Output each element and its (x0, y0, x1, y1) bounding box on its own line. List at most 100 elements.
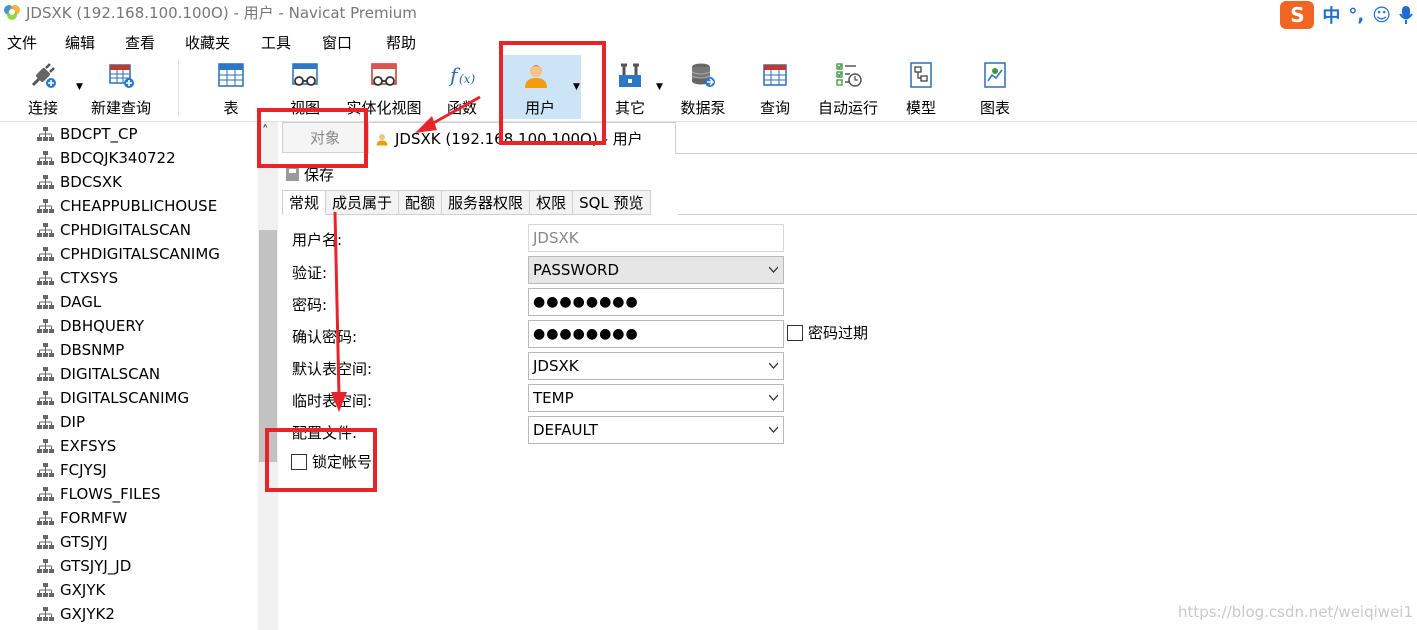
subtab-general[interactable]: 常规 (282, 190, 327, 215)
subtab-member-of[interactable]: 成员属于 (326, 190, 400, 215)
connect-dropdown-caret[interactable]: ▼ (76, 82, 83, 92)
tree-item-label: EXFSYS (60, 437, 117, 455)
ime-chinese-mode[interactable]: 中 (1322, 2, 1340, 28)
tree-item[interactable]: EXFSYS (37, 434, 116, 458)
data-pump-button[interactable]: 数据泵 (672, 55, 734, 119)
menu-tools[interactable]: 工具 (254, 28, 315, 52)
navicat-window: JDSXK (192.168.100.100O) - 用户 - Navicat … (0, 0, 1417, 630)
tree-item[interactable]: FORMFW (37, 506, 127, 530)
schema-icon (37, 534, 54, 549)
tree-item[interactable]: CPHDIGITALSCANIMG (37, 242, 220, 266)
default-tablespace-select[interactable]: JDSXK (528, 352, 784, 380)
tree-item-label: BDCQJK340722 (60, 149, 176, 167)
schema-icon (37, 198, 54, 213)
query-button[interactable]: 查询 (746, 55, 804, 119)
automation-button[interactable]: 自动运行 (814, 55, 882, 119)
confirm-password-field[interactable]: ●●●●●●●● (528, 320, 784, 348)
function-button[interactable]: f (x) 函数 (432, 55, 492, 119)
tree-item[interactable]: DBSNMP (37, 338, 124, 362)
tree-item[interactable]: GXJYK2 (37, 602, 115, 626)
tree-item[interactable]: DIGITALSCANIMG (37, 386, 189, 410)
schema-icon (37, 342, 54, 357)
table-label: 表 (223, 99, 239, 117)
tree-item-label: CPHDIGITALSCAN (60, 221, 191, 239)
ime-emoji-icon[interactable]: ☺ (1372, 5, 1391, 26)
new-query-button[interactable]: 新建查询 (86, 55, 156, 119)
tree-item-label: FLOWS_FILES (60, 485, 161, 503)
tree-item[interactable]: BDCQJK340722 (37, 146, 176, 170)
tree-item[interactable]: FCJYSJ (37, 458, 107, 482)
tree-item[interactable]: DBHQUERY (37, 314, 144, 338)
profile-select[interactable]: DEFAULT (528, 416, 784, 444)
table-button[interactable]: 表 (201, 55, 261, 119)
menu-favorites[interactable]: 收藏夹 (178, 28, 254, 52)
subtab-server-privileges[interactable]: 服务器权限 (442, 190, 531, 215)
tools-icon (619, 63, 641, 87)
subtab-quota[interactable]: 配额 (399, 190, 443, 215)
automation-label: 自动运行 (817, 99, 878, 117)
model-button[interactable]: 模型 (892, 55, 950, 119)
schema-icon (37, 462, 54, 477)
password-expired-checkbox[interactable]: 密码过期 (787, 322, 868, 343)
tree-item-label: CTXSYS (60, 269, 119, 287)
tree-item[interactable]: CHEAPPUBLICHOUSE (37, 194, 217, 218)
tree-item[interactable]: GXJYK (37, 578, 105, 602)
tree-item[interactable]: DAGL (37, 290, 101, 314)
function-label: 函数 (446, 99, 477, 117)
query-label: 查询 (759, 99, 790, 117)
tree-item[interactable]: CTXSYS (37, 266, 118, 290)
data-pump-label: 数据泵 (680, 99, 726, 117)
tree-item-label: BDCPT_CP (60, 125, 138, 143)
subtab-sql-preview[interactable]: SQL 预览 (573, 190, 651, 215)
menu-window[interactable]: 窗口 (315, 28, 379, 52)
auth-select[interactable]: PASSWORD (528, 256, 784, 284)
sogou-logo-icon[interactable]: S (1280, 1, 1315, 29)
microphone-icon[interactable] (1399, 5, 1413, 25)
tree-item[interactable]: DIP (37, 410, 85, 434)
general-form: 用户名: JDSXK 验证: PASSWORD 密码: ●●●●●●●● 确认密… (282, 215, 1417, 630)
subtab-privileges[interactable]: 权限 (530, 190, 574, 215)
view-icon (292, 63, 318, 86)
model-label: 模型 (905, 99, 936, 117)
menu-view[interactable]: 查看 (118, 28, 178, 52)
tree-item[interactable]: GTSJYJ_JD (37, 554, 131, 578)
tree-item-label: DAGL (60, 293, 102, 311)
schema-icon (37, 246, 54, 261)
object-tree: BDCPT_CP BDCQJK340722 BDCSXK CHEAPPUBLIC… (0, 122, 278, 630)
plug-icon (31, 63, 56, 88)
checkbox-box[interactable] (787, 324, 803, 341)
new-query-label: 新建查询 (90, 99, 151, 117)
tree-item-label: CPHDIGITALSCANIMG (60, 245, 220, 263)
username-field[interactable]: JDSXK (528, 224, 784, 252)
schema-icon (37, 582, 54, 597)
connect-button[interactable]: ▼ 连接 (12, 55, 83, 119)
schema-icon (37, 390, 54, 405)
other-dropdown-caret[interactable]: ▼ (656, 82, 663, 92)
tree-item[interactable]: BDCPT_CP (37, 122, 138, 146)
chevron-down-icon (769, 362, 778, 369)
default-tablespace-value: JDSXK (533, 357, 579, 375)
temp-tablespace-select[interactable]: TEMP (528, 384, 784, 412)
tree-scrollbar[interactable]: ˄ (258, 122, 278, 630)
password-expired-label: 密码过期 (808, 324, 869, 342)
ime-punctuation[interactable]: °, (1348, 5, 1364, 26)
password-field[interactable]: ●●●●●●●● (528, 288, 784, 316)
save-icon (286, 168, 299, 181)
other-button[interactable]: ▼ 其它 (600, 55, 663, 119)
chart-button[interactable]: 图表 (966, 55, 1024, 119)
data-pump-icon (691, 63, 715, 87)
annotation-box-lock (265, 428, 377, 492)
schema-icon (37, 438, 54, 453)
tree-item-label: DIGITALSCANIMG (60, 389, 190, 407)
tree-item-label: FCJYSJ (60, 461, 107, 479)
menu-help[interactable]: 帮助 (379, 28, 439, 52)
tree-item[interactable]: CPHDIGITALSCAN (37, 218, 191, 242)
tree-item[interactable]: FLOWS_FILES (37, 482, 161, 506)
tree-item[interactable]: GTSJYJ (37, 530, 108, 554)
menu-file[interactable]: 文件 (0, 28, 58, 52)
confirm-password-label: 确认密码: (292, 328, 358, 346)
menu-edit[interactable]: 编辑 (58, 28, 118, 52)
tree-item-label: GXJYK (60, 581, 106, 599)
tree-item[interactable]: DIGITALSCAN (37, 362, 160, 386)
tree-item[interactable]: BDCSXK (37, 170, 122, 194)
